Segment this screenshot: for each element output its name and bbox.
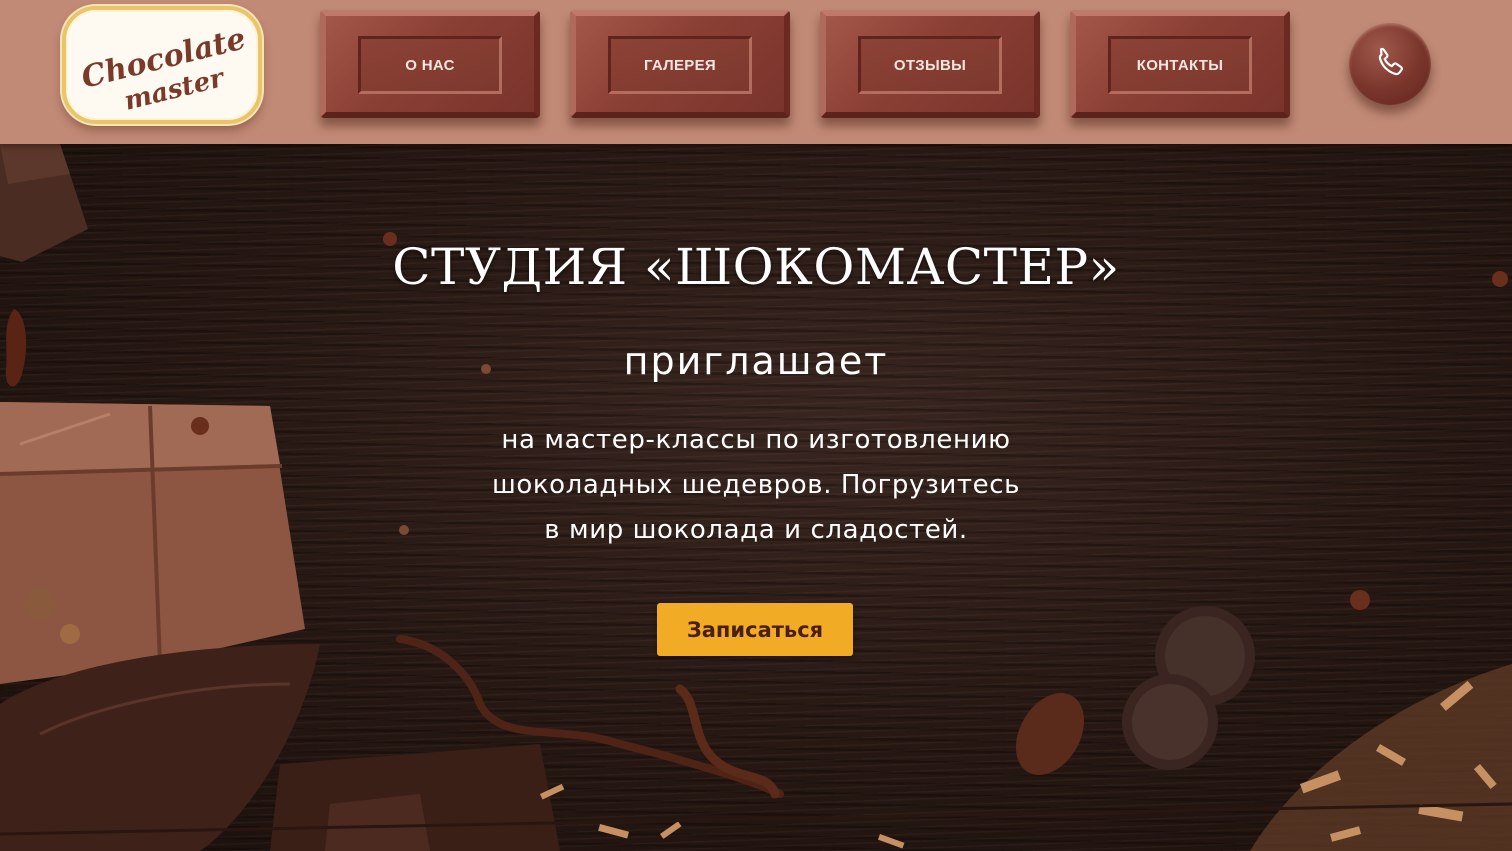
hero-description-line: шоколадных шедевров. Погрузитесь: [491, 470, 1021, 500]
hero-section: СТУДИЯ «ШОКОМАСТЕР» приглашает на мастер…: [0, 144, 1512, 851]
nav-reviews-button[interactable]: ОТЗЫВЫ: [820, 10, 1040, 118]
page: Chocolate master О НАС ГАЛЕРЕЯ ОТЗЫВЫ КО…: [0, 0, 1512, 851]
hero-description-line: на мастер-классы по изготовлению: [501, 425, 1011, 455]
phone-icon: [1378, 47, 1403, 76]
hero-subtitle: приглашает: [623, 339, 889, 383]
nav-contacts-label: КОНТАКТЫ: [1136, 56, 1224, 74]
nav-button-inner: ОТЗЫВЫ: [858, 36, 1002, 94]
nav-gallery-label: ГАЛЕРЕЯ: [644, 56, 716, 74]
nav-contacts-button[interactable]: КОНТАКТЫ: [1070, 10, 1290, 118]
nav-button-inner: О НАС: [358, 36, 502, 94]
nav-button-inner: КОНТАКТЫ: [1108, 36, 1252, 94]
site-header: Chocolate master О НАС ГАЛЕРЕЯ ОТЗЫВЫ КО…: [0, 0, 1512, 144]
nav-reviews-label: ОТЗЫВЫ: [893, 56, 967, 74]
signup-button[interactable]: Записаться: [657, 603, 853, 656]
nav-button-inner: ГАЛЕРЕЯ: [608, 36, 752, 94]
nav-about-button[interactable]: О НАС: [320, 10, 540, 118]
phone-button[interactable]: [1349, 23, 1431, 105]
logo[interactable]: Chocolate master: [62, 6, 262, 124]
logo-text: Chocolate master: [78, 21, 249, 117]
hero-description: на мастер-классы по изготовлению шоколад…: [406, 418, 1106, 553]
nav-gallery-button[interactable]: ГАЛЕРЕЯ: [570, 10, 790, 118]
hero-title: СТУДИЯ «ШОКОМАСТЕР»: [392, 238, 1120, 296]
nav-about-label: О НАС: [405, 56, 455, 74]
hero-description-line: в мир шоколада и сладостей.: [544, 515, 968, 545]
